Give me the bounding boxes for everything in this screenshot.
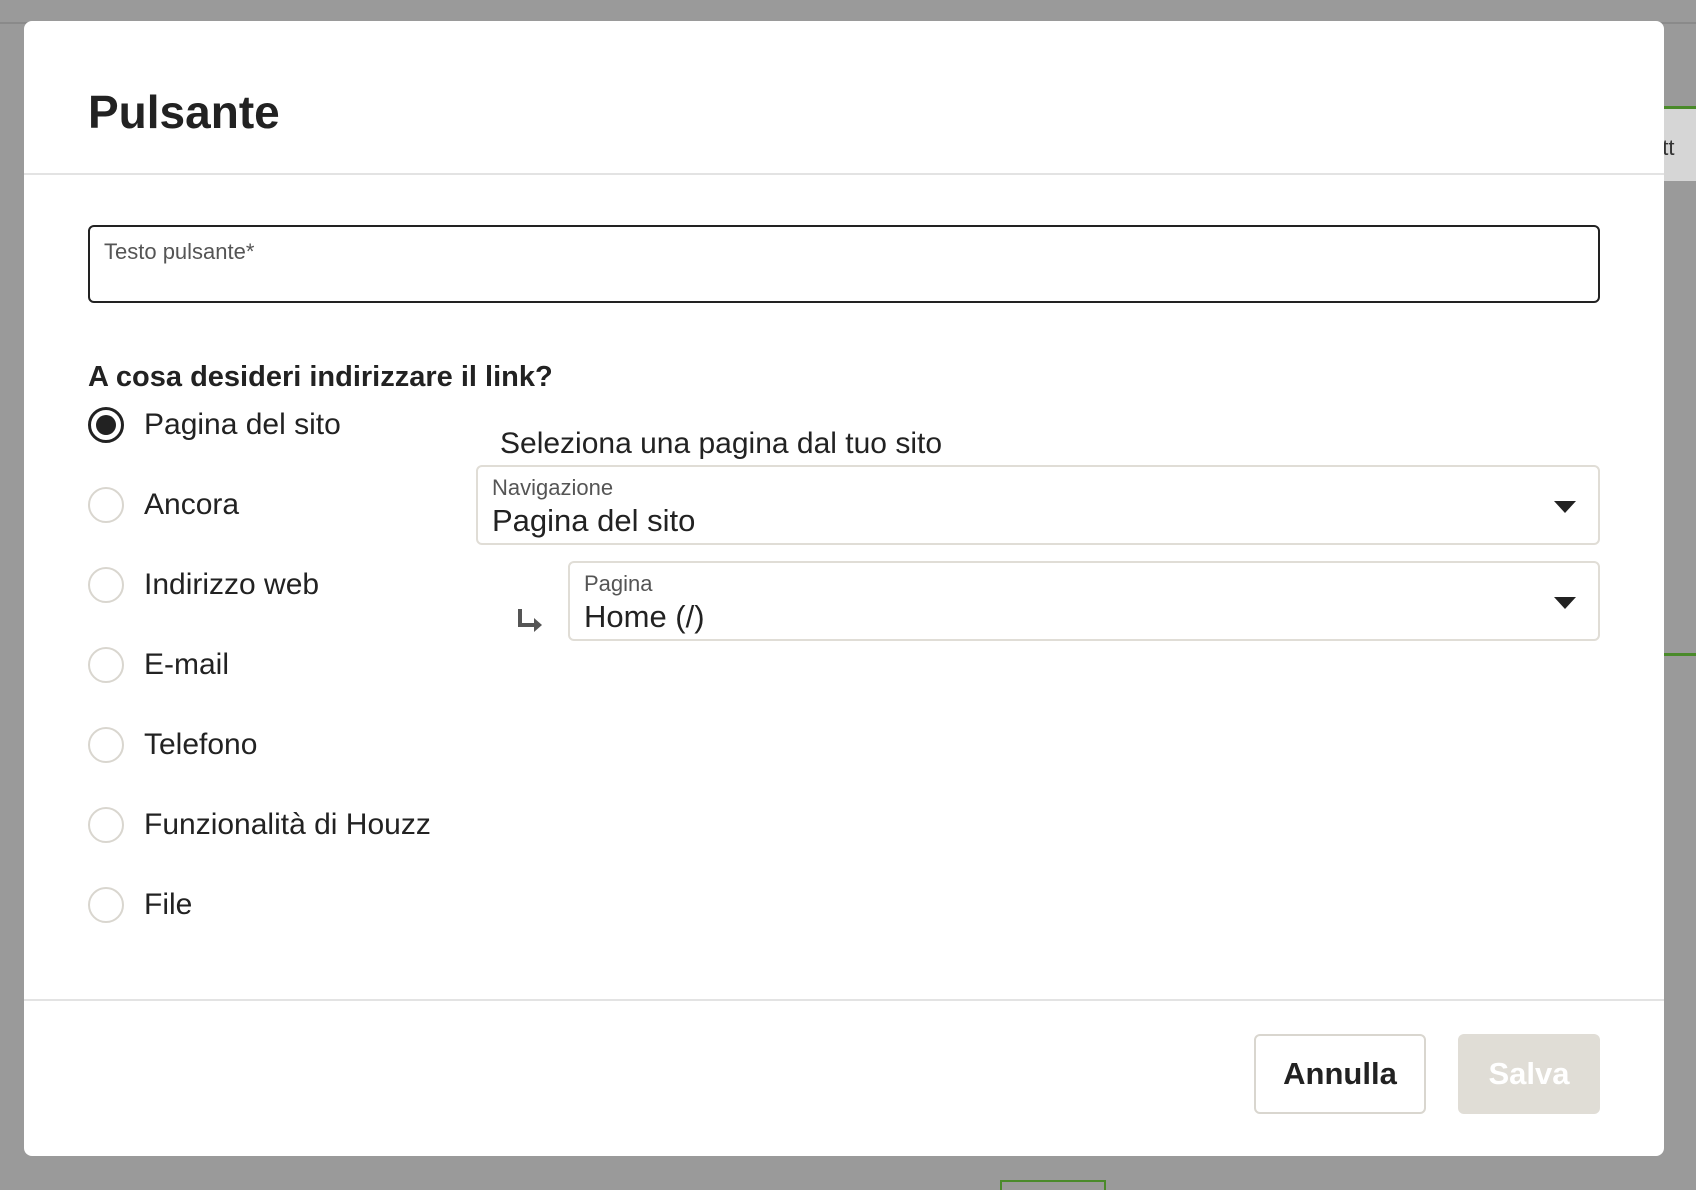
radio-button[interactable] xyxy=(88,487,124,523)
select-page-heading: Seleziona una pagina dal tuo sito xyxy=(500,427,943,460)
radio-label: E-mail xyxy=(144,648,230,681)
caret-down-icon xyxy=(1554,501,1576,513)
link-target-question: A cosa desideri indirizzare il link? xyxy=(88,361,553,393)
radio-email[interactable]: E-mail xyxy=(88,643,488,687)
radio-label: File xyxy=(144,888,193,921)
navigation-select-label: Navigazione xyxy=(492,475,614,500)
radio-button[interactable] xyxy=(88,887,124,923)
radio-label: Telefono xyxy=(144,728,258,761)
radio-label: Pagina del sito xyxy=(144,408,341,441)
radio-phone[interactable]: Telefono xyxy=(88,723,488,767)
radio-site-page[interactable]: Pagina del sito xyxy=(88,403,488,447)
radio-button-checked[interactable] xyxy=(88,407,124,443)
radio-anchor[interactable]: Ancora xyxy=(88,483,488,527)
caret-down-icon xyxy=(1554,597,1576,609)
radio-button[interactable] xyxy=(88,807,124,843)
page-select-label: Pagina xyxy=(584,571,653,596)
radio-label: Indirizzo web xyxy=(144,568,320,601)
button-text-label: Testo pulsante* xyxy=(104,239,255,264)
radio-file[interactable]: File xyxy=(88,883,488,927)
cancel-button[interactable]: Annulla xyxy=(1254,1034,1426,1114)
radio-web-address[interactable]: Indirizzo web xyxy=(88,563,488,607)
radio-button[interactable] xyxy=(88,567,124,603)
radio-label: Funzionalità di Houzz xyxy=(144,808,431,841)
button-dialog: Pulsante Testo pulsante* A cosa desideri… xyxy=(24,21,1664,1156)
dialog-footer: Annulla Salva xyxy=(24,999,1664,1158)
background-accent-line xyxy=(1662,653,1696,656)
page-select[interactable]: Pagina Home (/) xyxy=(568,561,1600,641)
radio-button[interactable] xyxy=(88,647,124,683)
dialog-title: Pulsante xyxy=(88,86,280,138)
save-button[interactable]: Salva xyxy=(1458,1034,1600,1114)
background-bottom-box xyxy=(1000,1180,1106,1190)
button-text-input[interactable] xyxy=(104,263,1588,299)
radio-houzz-feature[interactable]: Funzionalità di Houzz xyxy=(88,803,488,847)
dialog-header: Pulsante xyxy=(24,21,1664,175)
radio-button[interactable] xyxy=(88,727,124,763)
arrow-turn-down-right-icon xyxy=(518,609,542,632)
navigation-select-value: Pagina del sito xyxy=(492,503,696,538)
page-select-value: Home (/) xyxy=(584,599,705,634)
navigation-select[interactable]: Navigazione Pagina del sito xyxy=(476,465,1600,545)
button-text-field[interactable]: Testo pulsante* xyxy=(88,225,1600,303)
radio-label: Ancora xyxy=(144,488,240,521)
